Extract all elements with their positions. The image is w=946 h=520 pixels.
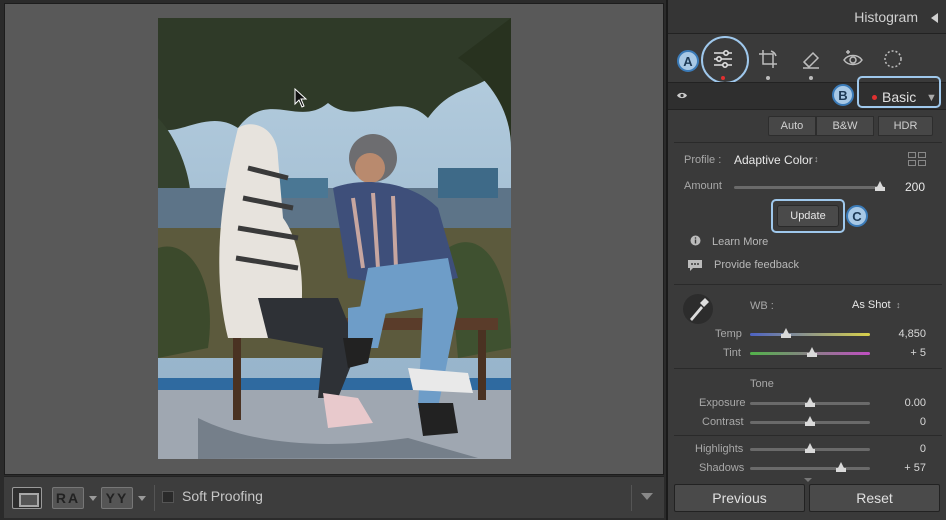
wb-value[interactable]: As Shot: [852, 299, 891, 311]
panel-divider: [674, 368, 942, 369]
before-after-lr-button[interactable]: RA: [52, 487, 84, 509]
temp-slider-track[interactable]: [750, 333, 870, 336]
collapse-left-icon[interactable]: [931, 13, 938, 23]
bw-button[interactable]: B&W: [816, 116, 874, 136]
tint-slider-thumb[interactable]: [807, 347, 818, 357]
callout-c-badge: C: [846, 205, 868, 227]
exposure-value[interactable]: 0.00: [888, 397, 926, 409]
soft-proofing-checkbox[interactable]: [162, 491, 174, 503]
amount-label: Amount: [684, 180, 722, 192]
crop-icon[interactable]: [755, 46, 781, 80]
shadows-slider-thumb[interactable]: [836, 462, 847, 472]
previous-button[interactable]: Previous: [674, 484, 805, 512]
histogram-title: Histogram: [854, 9, 918, 25]
toolbar-divider: [631, 485, 632, 511]
panel-divider: [674, 284, 942, 285]
panel-divider: [674, 435, 942, 436]
toolbar-divider: [154, 485, 155, 511]
shadows-label: Shadows: [699, 462, 745, 474]
wb-select-caret-icon[interactable]: ↕: [896, 300, 901, 310]
contrast-label: Contrast: [702, 416, 744, 428]
contrast-slider-thumb[interactable]: [805, 416, 815, 426]
bottom-toolbar: RA YY Soft Proofing: [4, 476, 664, 518]
indicator-dot: [809, 76, 813, 80]
amount-slider-track[interactable]: [734, 186, 884, 189]
eyedropper-icon[interactable]: [682, 292, 714, 326]
redeye-icon[interactable]: [840, 46, 866, 72]
hdr-button[interactable]: HDR: [878, 116, 933, 136]
exposure-label: Exposure: [699, 397, 746, 409]
highlights-value[interactable]: 0: [888, 443, 926, 455]
panel-collapse-chevron-icon[interactable]: [804, 478, 812, 482]
highlights-slider-thumb[interactable]: [805, 443, 815, 453]
soft-proofing-label[interactable]: Soft Proofing: [182, 488, 263, 504]
right-panel: Histogram A Basic ▼ B Auto B&W HDR Profi…: [666, 0, 946, 520]
exposure-slider-thumb[interactable]: [805, 397, 815, 407]
tint-label: Tint: [723, 347, 741, 359]
reset-button[interactable]: Reset: [809, 484, 940, 512]
profile-label: Profile :: [684, 154, 722, 166]
amount-slider-thumb[interactable]: [874, 181, 885, 191]
before-after-tb-chevron-icon[interactable]: [138, 496, 146, 501]
highlights-label: Highlights: [695, 443, 744, 455]
before-after-lr-chevron-icon[interactable]: [89, 496, 97, 501]
eye-icon[interactable]: [676, 91, 688, 100]
mouse-cursor-icon: [294, 88, 308, 108]
loupe-view-button[interactable]: [12, 487, 42, 509]
auto-button[interactable]: Auto: [768, 116, 816, 136]
temp-value[interactable]: 4,850: [888, 328, 926, 340]
info-icon: [690, 235, 701, 246]
callout-a-ring: [701, 36, 749, 84]
tint-value[interactable]: + 5: [888, 347, 926, 359]
callout-a-badge: A: [677, 50, 699, 72]
profile-browser-grid-icon[interactable]: [908, 152, 926, 166]
temp-label: Temp: [715, 328, 742, 340]
callout-b-ring: [857, 76, 941, 108]
amount-value[interactable]: 200: [905, 180, 925, 194]
lightroom-app: RA YY Soft Proofing Histogram A Basic ▼ …: [0, 0, 946, 520]
indicator-dot: [766, 76, 770, 80]
tone-label: Tone: [750, 378, 774, 390]
histogram-header[interactable]: Histogram: [668, 0, 946, 34]
image-workspace: [4, 3, 664, 475]
profile-value[interactable]: Adaptive Color: [734, 153, 813, 167]
callout-c-ring: [771, 199, 845, 233]
wb-label: WB :: [750, 300, 774, 312]
toolbar-menu-chevron-icon[interactable]: [641, 493, 653, 500]
profile-select-caret-icon[interactable]: ↕: [814, 154, 819, 164]
provide-feedback-link[interactable]: Provide feedback: [714, 259, 799, 271]
callout-b-badge: B: [832, 84, 854, 106]
panel-divider: [674, 142, 942, 143]
shadows-slider-track[interactable]: [750, 467, 870, 470]
feedback-icon: [688, 260, 702, 271]
contrast-value[interactable]: 0: [888, 416, 926, 428]
healing-eraser-icon[interactable]: [798, 46, 824, 80]
photo-image: [158, 18, 511, 459]
temp-slider-thumb[interactable]: [781, 328, 791, 338]
learn-more-link[interactable]: Learn More: [712, 236, 768, 248]
photo-preview: [158, 18, 511, 459]
before-after-tb-button[interactable]: YY: [101, 487, 133, 509]
masking-icon[interactable]: [880, 46, 906, 72]
shadows-value[interactable]: + 57: [888, 462, 926, 474]
